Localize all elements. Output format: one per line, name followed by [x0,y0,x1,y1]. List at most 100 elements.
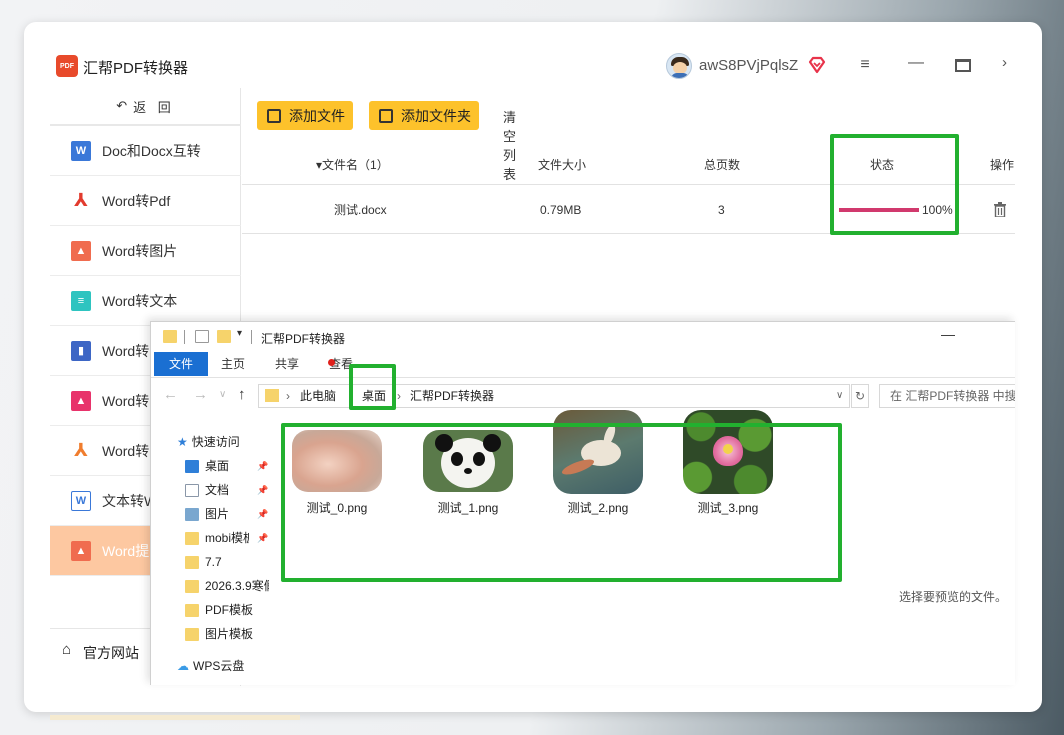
table-row[interactable]: 测试.docx 0.79MB 3 100% [242,186,1015,234]
pin-icon[interactable]: 📌 [257,455,268,477]
image-icon: ▲ [71,540,91,561]
search-input[interactable]: 在 汇帮PDF转换器 中搜 [879,384,1015,408]
sidebar-item-label: Word提 [102,542,150,559]
tree-item-mobi[interactable]: mobi模板 📌 [185,527,268,549]
tree-label: 2026.3.9寒假 [205,579,269,593]
tree-label: WPS云盘 [193,659,245,673]
back-button[interactable]: ↶ 返 回 [50,88,241,126]
tab-home[interactable]: 主页 [213,352,253,376]
header-action: 操作 [990,158,1015,172]
file-item[interactable]: 测试_0.png [281,430,391,530]
pdf-icon: ⅄ [74,440,88,460]
tree-label: 桌面 [205,459,230,473]
header-pages: 总页数 [704,158,741,172]
sidebar-item-label: Word转 [102,342,150,359]
sidebar-item-word-image[interactable]: ▲ Word转图片 [50,226,241,276]
sidebar-item-doc-docx[interactable]: W Doc和Docx互转 [50,126,241,176]
explorer-title-bar: ▾ 汇帮PDF转换器 — [151,322,1015,352]
sidebar-item-label: Word转图片 [102,242,178,259]
header-filename[interactable]: ▾文件名（1） [316,146,389,185]
menu-icon[interactable]: ≡ [855,56,875,74]
tree-label: 图片 [205,507,230,521]
ppt-icon: ▮ [71,340,91,361]
sidebar-item-label: Word转 [102,442,150,459]
minimize-icon[interactable]: — [906,54,926,72]
divider [251,330,252,344]
folder-icon [185,603,199,617]
maximize-icon[interactable] [955,59,971,72]
pin-icon[interactable]: 📌 [257,527,268,549]
tree-item-desktop[interactable]: 桌面 📌 [185,455,268,477]
word-icon: W [71,140,91,161]
breadcrumb-folder[interactable]: 汇帮PDF转换器 [410,385,494,407]
ribbon-tabs: 文件 主页 共享 查看 [151,352,1015,378]
tree-label: mobi模板 [205,531,249,545]
back-label: 返 回 [133,99,175,115]
tab-file[interactable]: 文件 [154,352,208,376]
refresh-icon[interactable]: ↻ [851,384,869,408]
properties-icon[interactable] [195,330,209,343]
tree-item-quick-access[interactable]: ★ 快速访问 [177,431,240,453]
file-item[interactable]: 测试_3.png [672,410,782,530]
thumbnail-rabbit [553,410,643,494]
close-icon[interactable]: › [1002,54,1007,71]
sidebar-item-word-pdf[interactable]: ⅄ Word转Pdf [50,176,241,226]
tab-share[interactable]: 共享 [267,352,307,376]
sidebar-item-word-text[interactable]: ≡ Word转文本 [50,276,241,326]
add-folder-button[interactable]: 添加文件夹 [369,101,479,130]
preview-hint: 选择要预览的文件。 [899,590,1008,604]
tree-item-wps-cloud[interactable]: ☁ WPS云盘 [177,655,244,677]
decorative-strip [50,715,300,720]
thumbnail-panda [423,430,513,492]
file-item[interactable]: 测试_2.png [542,410,652,530]
address-dropdown-icon[interactable]: ∨ [836,385,843,407]
back-arrow-icon[interactable]: ← [163,386,178,403]
row-filename: 测试.docx [334,203,387,217]
breadcrumb-desktop[interactable]: 桌面 [362,385,386,407]
tree-item-image-template[interactable]: 图片模板 [185,623,253,645]
row-filesize: 0.79MB [540,203,582,217]
sidebar-item-label: 文本转W [102,492,158,509]
navigation-tree: ★快速访问 桌面 📌 文档 📌 图片 📌 mobi模板 📌 7.7 2026.3.9寒假… [151,422,281,685]
file-item[interactable]: 测试_1.png [412,430,522,530]
file-name: 测试_2.png [567,501,629,515]
forward-arrow-icon[interactable]: → [193,386,208,403]
new-folder-icon[interactable] [217,330,231,343]
tree-item-documents[interactable]: 文档 📌 [185,479,268,501]
pin-icon[interactable]: 📌 [257,503,268,525]
add-file-label: 添加文件 [289,107,345,124]
address-bar[interactable]: › 此电脑 › 桌面 › 汇帮PDF转换器 ∨ [258,384,850,408]
image-icon: ▲ [71,240,91,261]
avatar[interactable] [666,53,692,79]
explorer-minimize-icon[interactable]: — [941,326,955,342]
pin-icon[interactable]: 📌 [257,479,268,501]
trash-icon[interactable] [994,202,1006,217]
sidebar-item-label: Doc和Docx互转 [102,142,201,159]
tree-item-pictures[interactable]: 图片 📌 [185,503,268,525]
tree-item-2026[interactable]: 2026.3.9寒假 [185,575,269,597]
add-file-button[interactable]: 添加文件 [257,101,353,130]
breadcrumb-separator: › [397,389,401,403]
tree-item-7-7[interactable]: 7.7 [185,551,222,573]
quick-access-dropdown-icon[interactable]: ▾ [237,328,242,339]
tree-label: 7.7 [205,555,222,569]
app-logo-icon: PDF [56,55,78,77]
divider [184,330,185,344]
username[interactable]: awS8PVjPqlsZ [699,57,798,74]
vip-diamond-icon[interactable] [807,55,827,75]
tree-item-pdf-template[interactable]: PDF模板 [185,599,253,621]
text-icon: ≡ [71,290,91,311]
folder-icon [265,389,279,402]
thumbnail-lotus [683,410,773,494]
tab-view[interactable]: 查看 [321,352,361,376]
breadcrumb-pc[interactable]: 此电脑 [300,385,336,407]
address-row: ← → ∨ ↑ › 此电脑 › 桌面 › 汇帮PDF转换器 ∨ ↻ 在 汇帮PD… [151,379,1015,413]
tree-label: 图片模板 [205,627,254,641]
add-folder-label: 添加文件夹 [401,107,471,124]
up-arrow-icon[interactable]: ↑ [238,386,246,403]
image-icon: ▲ [71,390,91,411]
document-icon [185,483,199,497]
logo-text: PDF [60,62,74,70]
file-name: 测试_0.png [306,501,368,515]
recent-dropdown-icon[interactable]: ∨ [219,389,226,400]
